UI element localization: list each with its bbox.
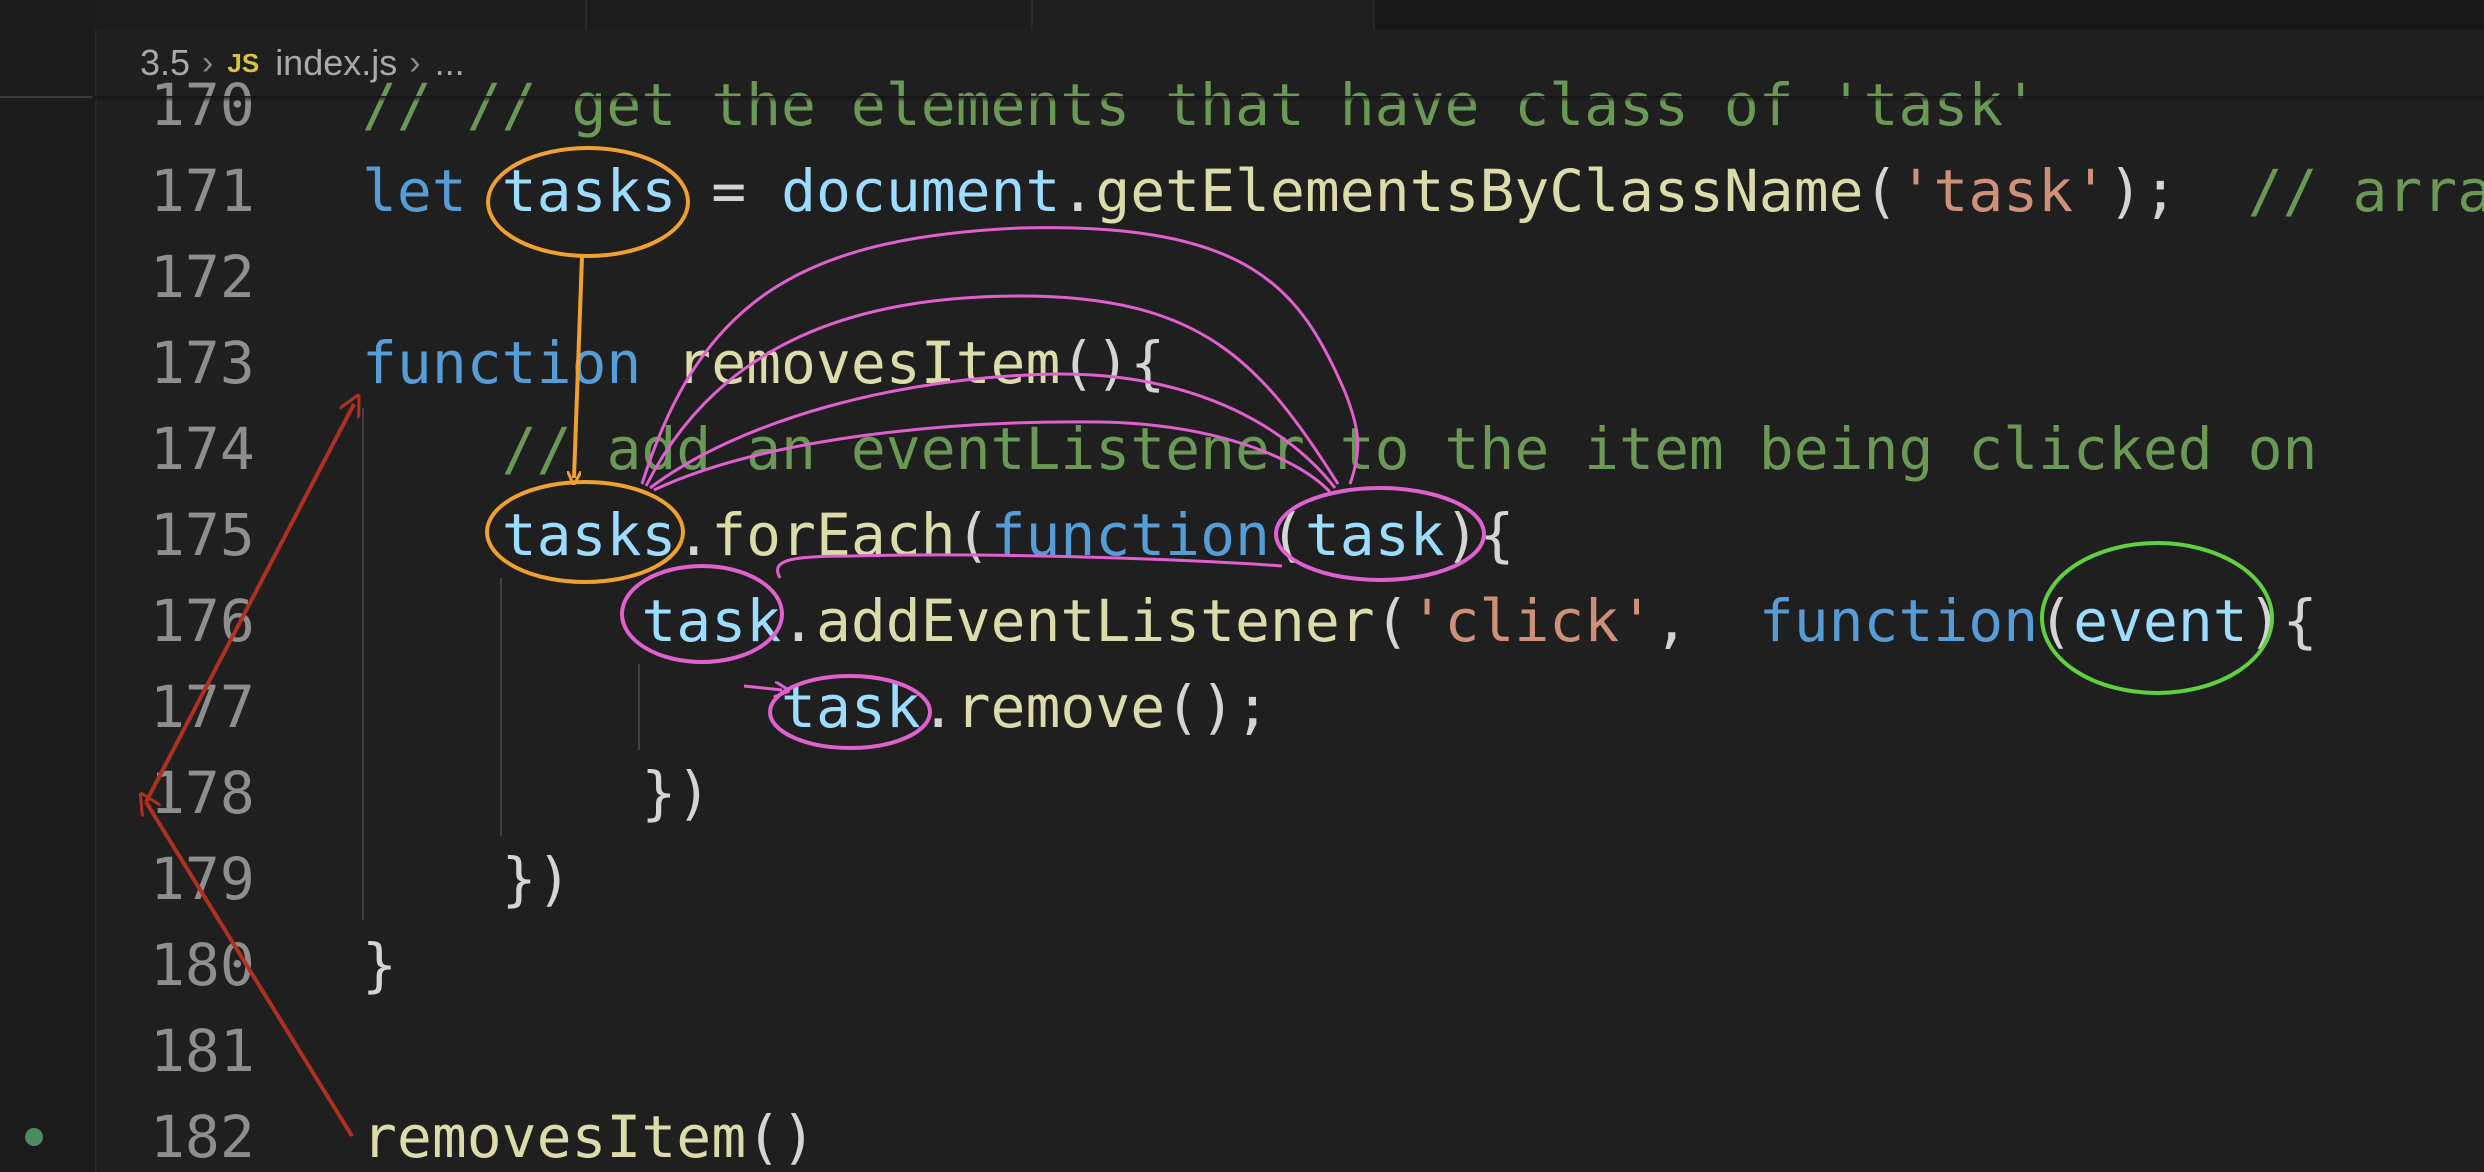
code-token: .: [676, 501, 712, 569]
code-line[interactable]: 172: [0, 234, 2484, 320]
line-number: 178: [150, 759, 255, 827]
code-line[interactable]: 170 // // get the elements that have clas…: [0, 62, 2484, 148]
code-token: ){: [2247, 587, 2318, 655]
code-text: task.addEventListener('click', function(…: [362, 578, 2318, 664]
code-token: ();: [1165, 673, 1270, 741]
line-number: 173: [150, 329, 255, 397]
divider: [95, 96, 2484, 102]
line-number: 182: [150, 1103, 255, 1171]
code-token: (: [2038, 587, 2074, 655]
indent-guide: [500, 578, 502, 836]
code-line[interactable]: 182 removesItem(): [0, 1094, 2484, 1172]
code-token: removesItem: [362, 1103, 747, 1171]
code-token: remove: [955, 673, 1166, 741]
code-token: }): [362, 759, 712, 827]
line-number: 170: [150, 71, 255, 139]
code-token: document: [781, 157, 1061, 225]
code-token: (){: [1060, 329, 1166, 397]
code-line[interactable]: 176 task.addEventListener('click', funct…: [0, 578, 2484, 664]
line-number: 175: [150, 501, 255, 569]
code-text: function removesItem(){: [362, 320, 1165, 406]
code-token: addEventListener: [815, 587, 1375, 655]
code-token: .: [781, 587, 816, 655]
code-line[interactable]: 177 task.remove();: [0, 664, 2484, 750]
code-token: task: [781, 673, 921, 741]
code-token: }): [362, 845, 572, 913]
code-token: .: [920, 673, 956, 741]
code-token: removesItem: [676, 329, 1061, 397]
code-line[interactable]: 175 tasks.forEach(function(task){: [0, 492, 2484, 578]
code-token: event: [2073, 587, 2248, 655]
code-token: let: [362, 157, 502, 225]
code-token: ,: [1654, 587, 1759, 655]
code-token: 'click': [1409, 587, 1655, 655]
code-text: }): [362, 836, 572, 922]
code-text: // add an eventListener to the item bein…: [362, 406, 2318, 492]
code-token: .: [1060, 157, 1096, 225]
code-line[interactable]: 180}: [0, 922, 2484, 1008]
line-number: 177: [150, 673, 255, 741]
code-token: );: [2108, 157, 2248, 225]
code-text: removesItem(): [362, 1094, 816, 1172]
code-line[interactable]: 179 }): [0, 836, 2484, 922]
code-text: }: [362, 922, 397, 1008]
code-token: // array: [2247, 157, 2484, 225]
line-number: 180: [150, 931, 255, 999]
line-number: 179: [150, 845, 255, 913]
code-token: tasks: [501, 157, 677, 225]
code-line[interactable]: 171 let tasks = document.getElementsByCla…: [0, 148, 2484, 234]
code-line[interactable]: 181: [0, 1008, 2484, 1094]
indent-guide: [638, 664, 640, 750]
code-token: (): [746, 1103, 816, 1171]
code-text: let tasks = document.getElementsByClassN…: [362, 148, 2484, 234]
code-text: tasks.forEach(function(task){: [362, 492, 1515, 578]
code-token: function: [1758, 587, 2039, 655]
line-number: 171: [150, 157, 255, 225]
line-number: 172: [150, 243, 255, 311]
code-token: (: [1374, 587, 1410, 655]
line-number: 181: [150, 1017, 255, 1085]
code-editor[interactable]: 170 // // get the elements that have clas…: [0, 0, 2484, 1172]
code-token: }: [362, 931, 397, 999]
code-text: task.remove();: [362, 664, 1270, 750]
code-text: // // get the elements that have class o…: [362, 62, 2038, 148]
code-token: task: [641, 587, 782, 655]
code-line[interactable]: 178 }): [0, 750, 2484, 836]
code-token: (: [955, 501, 991, 569]
code-text: }): [362, 750, 711, 836]
code-token: function: [990, 501, 1270, 569]
code-token: (: [1269, 501, 1305, 569]
code-token: forEach: [711, 501, 956, 569]
code-token: function: [362, 329, 677, 397]
line-number: 174: [150, 415, 255, 483]
code-token: (: [1863, 157, 1899, 225]
code-token: task: [1304, 501, 1445, 569]
code-token: getElementsByClassName: [1095, 157, 1864, 225]
code-line[interactable]: 174 // add an eventListener to the item …: [0, 406, 2484, 492]
line-number: 176: [150, 587, 255, 655]
code-token: =: [676, 157, 782, 225]
code-token: tasks: [501, 501, 677, 569]
code-token: 'task': [1898, 157, 2108, 225]
editor-window: 3.5 › JS index.js › ... 170// // get the…: [0, 0, 2484, 1172]
code-token: // add an eventListener to the item bein…: [501, 415, 2318, 483]
code-token: ){: [1444, 501, 1515, 569]
indent-guide: [362, 408, 364, 920]
code-token: // // get the elements that have class o…: [362, 71, 2039, 139]
code-line[interactable]: 173 function removesItem(){: [0, 320, 2484, 406]
